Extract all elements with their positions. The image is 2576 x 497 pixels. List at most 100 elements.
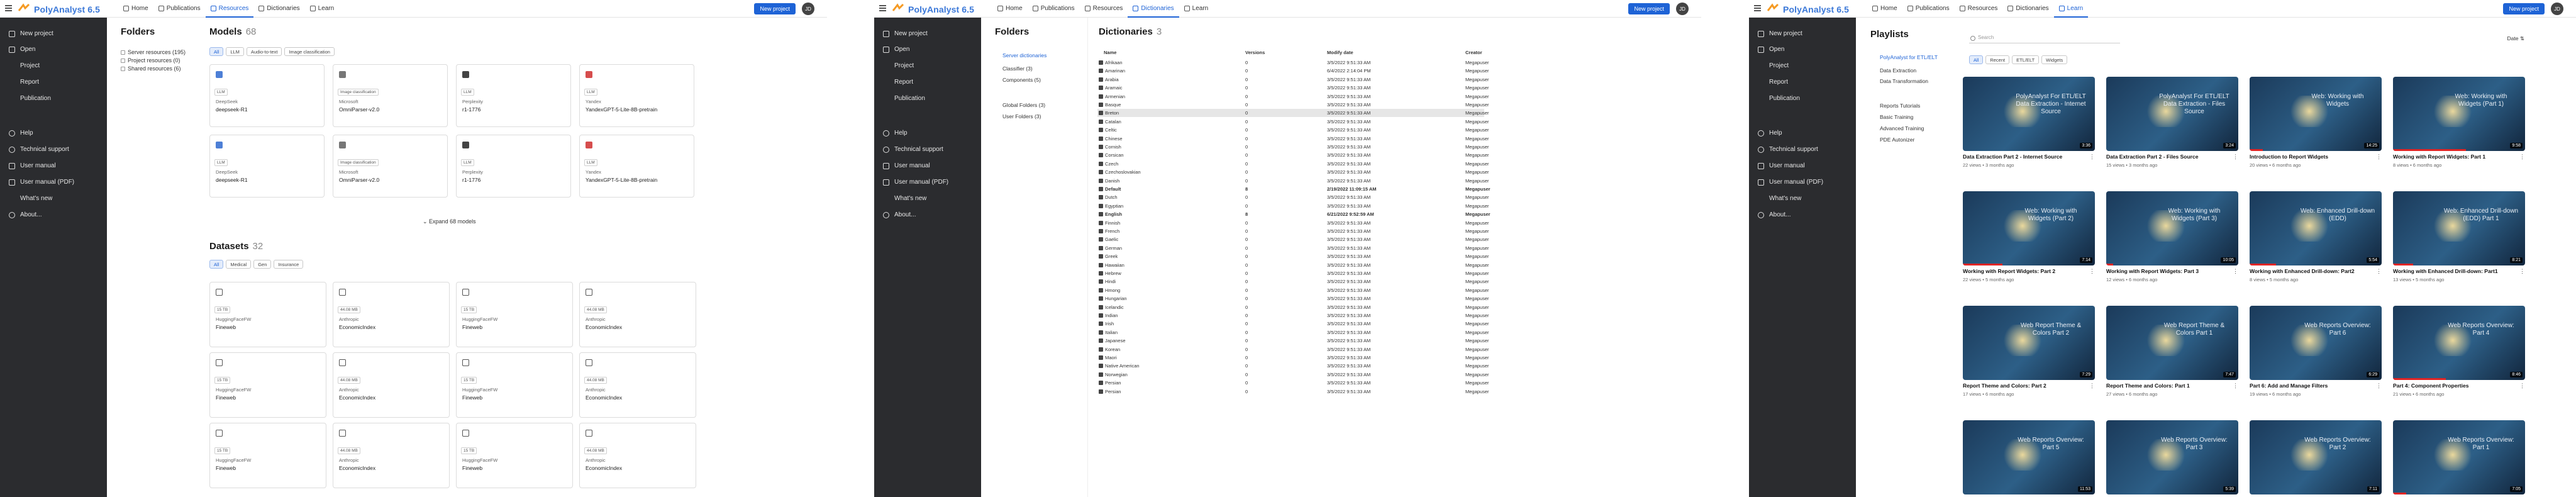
video-thumbnail[interactable]: Web: Working with Widgets (Part 3) 10:05 — [2106, 191, 2238, 265]
table-row[interactable]: Afrikaan 0 3/5/2022 9:51:33 AM Megapuser — [1097, 59, 1489, 67]
more-options-icon[interactable]: ⋮ — [2519, 154, 2525, 160]
video-title[interactable]: Data Extraction Part 2 - Internet Source — [1963, 154, 2089, 160]
video-card[interactable]: Web: Working with Widgets 14:25 Introducti… — [2250, 77, 2382, 177]
sidebar-report[interactable]: Report — [883, 79, 913, 86]
tab-home[interactable]: Home — [118, 0, 153, 18]
more-options-icon[interactable]: ⋮ — [2519, 383, 2525, 389]
video-title[interactable]: Working with Report Widgets: Part 1 — [2393, 154, 2519, 160]
table-row[interactable]: Norwegian 0 3/5/2022 9:51:33 AM Megapuser — [1097, 371, 1489, 379]
video-thumbnail[interactable]: Web: Enhanced Drill-down (EDD) Part 1 8:2… — [2393, 191, 2525, 265]
folder-server-resources[interactable]: Server resources (195) — [121, 49, 186, 55]
table-row[interactable]: Indian 0 3/5/2022 9:51:33 AM Megapuser — [1097, 311, 1489, 320]
tab-learn[interactable]: Learn — [305, 0, 340, 18]
video-thumbnail[interactable]: Web Reports Overview: Part 5 11:53 — [1963, 420, 2095, 494]
playlist-item[interactable]: PolyAnalyst for ETL/ELT — [1880, 54, 1938, 60]
sidebar-user-manual[interactable]: User manual — [883, 162, 930, 169]
tab-learn[interactable]: Learn — [2053, 0, 2089, 18]
table-row[interactable]: Hmong 0 3/5/2022 9:51:33 AM Megapuser — [1097, 286, 1489, 294]
table-row[interactable]: Icelandic 0 3/5/2022 9:51:33 AM Megapuser — [1097, 303, 1489, 311]
more-options-icon[interactable]: ⋮ — [2089, 268, 2095, 275]
table-row[interactable]: Basque 0 3/5/2022 9:51:33 AM Megapuser — [1097, 101, 1489, 109]
folder-checkbox[interactable] — [121, 50, 125, 55]
table-row[interactable]: Native American 0 3/5/2022 9:51:33 AM Megap… — [1097, 362, 1489, 370]
video-card[interactable]: Web: Working with Widgets (Part 1) 9:58 Wo… — [2393, 77, 2525, 177]
dataset-card[interactable]: 15 TB HuggingFaceFW Fineweb — [209, 282, 326, 347]
table-row[interactable]: Celtic 0 3/5/2022 9:51:33 AM Megapuser — [1097, 126, 1489, 134]
video-card[interactable]: Web Reports Overview: Part 3 5:39 — [2106, 420, 2238, 497]
video-thumbnail[interactable]: Web: Enhanced Drill-down (EDD) 5:54 — [2250, 191, 2382, 265]
more-options-icon[interactable]: ⋮ — [2233, 154, 2238, 160]
dataset-card[interactable]: 44.08 MB Anthropic EconomicIndex — [579, 352, 696, 418]
column-creator[interactable]: Creator — [1465, 50, 1482, 55]
video-card[interactable]: Web: Working with Widgets (Part 2) 7:14 Wo… — [1963, 191, 2095, 292]
sidebar-new-project[interactable]: New project — [1758, 30, 1802, 37]
sidebar-project[interactable]: Project — [883, 62, 914, 69]
dataset-card[interactable]: 15 TB HuggingFaceFW Fineweb — [456, 423, 573, 488]
sidebar-user-manual-pdf[interactable]: User manual (PDF) — [9, 179, 74, 186]
video-thumbnail[interactable]: Web Reports Overview: Part 2 7:11 — [2250, 420, 2382, 494]
avatar[interactable]: JD — [802, 3, 814, 15]
sidebar-publication[interactable]: Publication — [9, 95, 51, 102]
playlist-item[interactable]: Data Extraction — [1880, 67, 1916, 74]
folder-shared-resources[interactable]: Shared resources (6) — [121, 65, 181, 72]
video-thumbnail[interactable]: PolyAnalyst For ETL/ELT Data Extraction … — [2106, 77, 2238, 151]
tab-resources[interactable]: Resources — [1955, 0, 2003, 18]
video-card[interactable]: Web Reports Overview: Part 5 11:53 — [1963, 420, 2095, 497]
tab-resources[interactable]: Resources — [1080, 0, 1128, 18]
video-card[interactable]: Web: Working with Widgets (Part 3) 10:05 W… — [2106, 191, 2238, 292]
table-row[interactable]: Arabia 0 3/5/2022 9:51:33 AM Megapuser — [1097, 75, 1489, 84]
playlist-item[interactable]: Basic Training — [1880, 114, 1913, 120]
filter-chip[interactable]: Widgets — [2041, 55, 2068, 64]
video-card[interactable]: Web: Enhanced Drill-down (EDD) 5:54 Workin… — [2250, 191, 2382, 292]
video-title[interactable]: Introduction to Report Widgets — [2250, 154, 2375, 160]
table-row[interactable]: Breton 0 3/5/2022 9:51:33 AM Megapuser — [1097, 109, 1489, 118]
column-versions[interactable]: Versions — [1245, 50, 1265, 55]
filter-chip[interactable]: ETL/ELT — [2012, 55, 2040, 64]
model-card[interactable]: LLM Yandex YandexGPT-5-Lite-8B-pretrain — [579, 135, 694, 198]
video-card[interactable]: Web Reports Overview: Part 2 7:11 — [2250, 420, 2382, 497]
more-options-icon[interactable]: ⋮ — [2376, 383, 2382, 389]
table-row[interactable]: Finnish 0 3/5/2022 9:51:33 AM Megapuser — [1097, 219, 1489, 227]
new-project-button[interactable]: New project — [754, 3, 796, 14]
video-thumbnail[interactable]: Web Reports Overview: Part 4 8:46 — [2393, 306, 2525, 380]
filter-chip[interactable]: LLM — [226, 47, 244, 56]
model-card[interactable]: LLM DeepSeek deepseek-R1 — [209, 64, 325, 127]
table-row[interactable]: Hebrew 0 3/5/2022 9:51:33 AM Megapuser — [1097, 269, 1489, 277]
folder-checkbox[interactable] — [121, 58, 125, 63]
tab-publications[interactable]: Publications — [1902, 0, 1955, 18]
model-card[interactable]: LLM Yandex YandexGPT-5-Lite-8B-pretrain — [579, 64, 694, 127]
filter-chip[interactable]: Medical — [226, 260, 252, 269]
video-card[interactable]: PolyAnalyst For ETL/ELT Data Extraction … — [2106, 77, 2238, 177]
table-row[interactable]: Persian 0 3/5/2022 9:51:33 AM Megapuser — [1097, 379, 1489, 387]
filter-chip[interactable]: All — [1969, 55, 1984, 64]
model-card[interactable]: Image classification Microsoft OmniParser-… — [333, 135, 448, 198]
menu-icon[interactable] — [1754, 5, 1761, 11]
filter-chip[interactable]: All — [209, 47, 224, 56]
menu-icon[interactable] — [5, 5, 12, 11]
video-card[interactable]: Web Reports Overview: Part 4 8:46 Part 4: … — [2393, 306, 2525, 406]
table-row[interactable]: Armenian 0 3/5/2022 9:51:33 AM Megapuser — [1097, 92, 1489, 101]
video-title[interactable]: Working with Report Widgets: Part 2 — [1963, 268, 2089, 274]
table-row[interactable]: Greek 0 3/5/2022 9:51:33 AM Megapuser — [1097, 252, 1489, 260]
table-row[interactable]: Persian 0 3/5/2022 9:51:33 AM Megapuser — [1097, 388, 1489, 396]
folder-user[interactable]: User Folders (3) — [1002, 113, 1041, 120]
table-row[interactable]: Egyptian 0 3/5/2022 9:51:33 AM Megapuser — [1097, 202, 1489, 210]
search-input[interactable]: Search — [1969, 35, 2120, 43]
sidebar-help[interactable]: Help — [883, 130, 908, 137]
video-card[interactable]: Web: Enhanced Drill-down (EDD) Part 1 8:2… — [2393, 191, 2525, 292]
video-title[interactable]: Report Theme and Colors: Part 1 — [2106, 383, 2232, 389]
more-options-icon[interactable]: ⋮ — [2376, 154, 2382, 160]
video-card[interactable]: Web Report Theme & Colors Part 1 7:47 Repo… — [2106, 306, 2238, 406]
table-row[interactable]: Irish 0 3/5/2022 9:51:33 AM Megapuser — [1097, 320, 1489, 328]
table-row[interactable]: Hindi 0 3/5/2022 9:51:33 AM Megapuser — [1097, 277, 1489, 286]
column-name[interactable]: Name — [1104, 50, 1116, 55]
sidebar-new-project[interactable]: New project — [883, 30, 928, 37]
sidebar-whats-new[interactable]: What's new — [883, 195, 926, 202]
folder-server-dictionaries[interactable]: Server dictionaries — [1002, 52, 1046, 59]
video-title[interactable]: Part 4: Component Properties — [2393, 383, 2519, 389]
video-title[interactable]: Working with Report Widgets: Part 3 — [2106, 268, 2232, 274]
dataset-card[interactable]: 44.08 MB Anthropic EconomicIndex — [333, 352, 450, 418]
table-row[interactable]: German 0 3/5/2022 9:51:33 AM Megapuser — [1097, 244, 1489, 252]
folder-checkbox[interactable] — [121, 66, 125, 71]
sidebar-user-manual[interactable]: User manual — [1758, 162, 1805, 169]
